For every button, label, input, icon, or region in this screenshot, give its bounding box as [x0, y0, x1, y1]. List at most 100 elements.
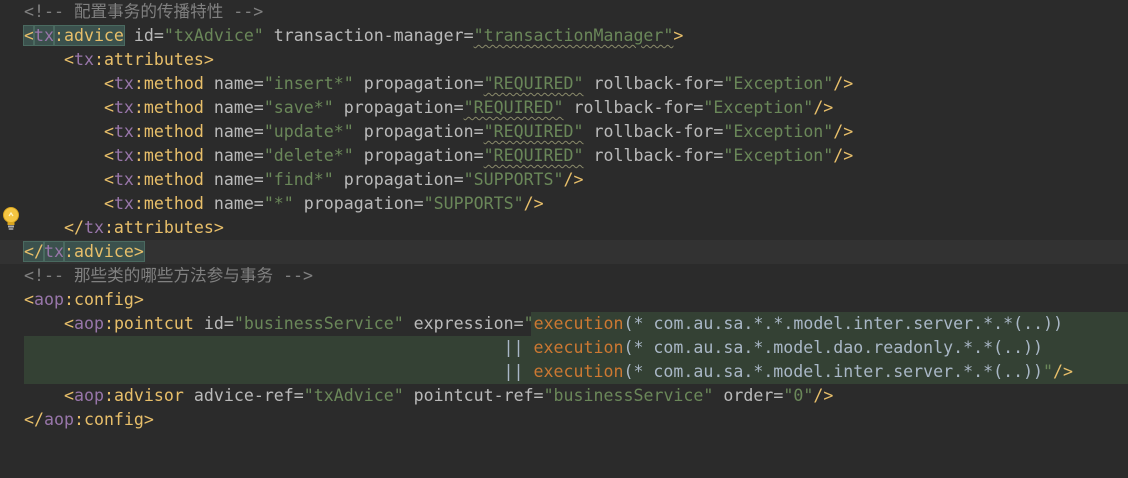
code-token: < — [103, 146, 114, 165]
code-line-content: <tx:method name="update*" propagation="R… — [24, 120, 853, 144]
code-token: propagation= — [353, 122, 484, 141]
code-token: tx — [42, 241, 65, 262]
code-token: "businessService" — [543, 386, 714, 405]
code-token: execution — [533, 362, 624, 381]
code-line-content: <aop:advisor advice-ref="txAdvice" point… — [24, 384, 833, 408]
code-line-content: <tx:method name="delete*" propagation="R… — [24, 144, 853, 168]
code-token: "Exception" — [723, 146, 834, 165]
code-token: < — [103, 74, 114, 93]
lightbulb-icon[interactable] — [1, 206, 21, 232]
code-line[interactable]: <tx:method name="delete*" propagation="R… — [0, 144, 1128, 168]
code-line[interactable]: <aop:advisor advice-ref="txAdvice" point… — [0, 384, 1128, 408]
code-token: name= — [203, 74, 264, 93]
code-token: :advisor — [103, 386, 184, 405]
code-token: <!-- 配置事务的传播特性 --> — [24, 2, 264, 21]
code-line-content: </tx:attributes> — [24, 216, 224, 240]
code-line[interactable]: <tx:method name="find*" propagation="SUP… — [0, 168, 1128, 192]
code-token: :method — [133, 194, 204, 213]
code-line[interactable]: <!-- 那些类的哪些方法参与事务 --> — [0, 264, 1128, 288]
code-line-content: <aop:pointcut id="businessService" expre… — [24, 312, 1063, 336]
code-token: :config> — [73, 410, 154, 429]
code-token: id= — [193, 314, 234, 333]
code-token: "REQUIRED" — [483, 146, 584, 165]
code-line[interactable]: <tx:advice id="txAdvice" transaction-man… — [0, 24, 1128, 48]
code-line[interactable]: <!-- 配置事务的传播特性 --> — [0, 0, 1128, 24]
code-token: < — [63, 50, 74, 69]
code-line[interactable]: || execution(* com.au.sa.*.model.inter.s… — [0, 360, 1128, 384]
code-line-content: <tx:method name="find*" propagation="SUP… — [24, 168, 584, 192]
code-token: propagation= — [353, 74, 484, 93]
code-token: tx — [113, 194, 134, 213]
code-token: rollback-for= — [583, 74, 724, 93]
code-token: "businessService" — [233, 314, 404, 333]
code-token: /> — [523, 194, 544, 213]
code-token: order= — [713, 386, 784, 405]
code-token: < — [24, 290, 34, 309]
code-token: < — [63, 386, 74, 405]
code-token: :pointcut — [103, 314, 194, 333]
code-token: execution — [533, 338, 624, 357]
code-line[interactable]: <aop:pointcut id="businessService" expre… — [0, 312, 1128, 336]
code-line[interactable]: <tx:method name="update*" propagation="R… — [0, 120, 1128, 144]
code-token: < — [103, 194, 114, 213]
code-token: propagation= — [333, 98, 464, 117]
code-line[interactable]: <tx:attributes> — [0, 48, 1128, 72]
code-line[interactable]: </aop:config> — [0, 408, 1128, 432]
code-token: <!-- 那些类的哪些方法参与事务 --> — [24, 266, 314, 285]
code-line[interactable]: </tx:attributes> — [0, 216, 1128, 240]
code-line[interactable]: || execution(* com.au.sa.*.model.dao.rea… — [0, 336, 1128, 360]
code-token: :method — [133, 170, 204, 189]
code-token: (* com.au.sa.*.model.inter.server.*.*(..… — [623, 362, 1044, 381]
code-token: "REQUIRED" — [483, 74, 584, 93]
code-token: </ — [63, 218, 84, 237]
code-token: aop — [73, 386, 104, 405]
code-line-content: <aop:config> — [24, 288, 144, 312]
code-token: advice-ref= — [183, 386, 304, 405]
code-token: propagation= — [353, 146, 484, 165]
code-token: execution — [533, 314, 624, 333]
code-token: " — [523, 314, 534, 333]
code-token: "find*" — [263, 170, 334, 189]
code-token: /> — [1053, 362, 1074, 381]
code-token: "transactionManager" — [473, 26, 674, 45]
code-token: < — [103, 122, 114, 141]
code-token: tx — [83, 218, 104, 237]
code-token: /> — [813, 386, 834, 405]
code-token: :attributes> — [93, 50, 214, 69]
code-token: rollback-for= — [563, 98, 704, 117]
code-token: "insert*" — [263, 74, 354, 93]
code-token: < — [63, 314, 74, 333]
code-token: propagation= — [333, 170, 464, 189]
code-line[interactable]: <tx:method name="save*" propagation="REQ… — [0, 96, 1128, 120]
code-line-content: <tx:method name="save*" propagation="REQ… — [24, 96, 833, 120]
code-line-content: <tx:advice id="txAdvice" transaction-man… — [23, 24, 683, 48]
code-token: /> — [833, 122, 854, 141]
code-token: tx — [113, 98, 134, 117]
code-line[interactable]: <tx:method name="insert*" propagation="R… — [0, 72, 1128, 96]
code-line[interactable]: </tx:advice> — [0, 240, 1128, 264]
code-token: tx — [113, 146, 134, 165]
code-token: "txAdvice" — [163, 26, 264, 45]
code-token: expression= — [403, 314, 524, 333]
code-token: "txAdvice" — [303, 386, 404, 405]
code-line-content: </aop:config> — [24, 408, 154, 432]
code-line[interactable]: <tx:method name="*" propagation="SUPPORT… — [0, 192, 1128, 216]
code-token: "SUPPORTS" — [463, 170, 564, 189]
code-token: "Exception" — [723, 122, 834, 141]
code-token: "save*" — [263, 98, 334, 117]
code-token: :config> — [63, 290, 144, 309]
code-line[interactable]: <aop:config> — [0, 288, 1128, 312]
code-token: < — [103, 170, 114, 189]
code-token: || — [503, 338, 524, 357]
code-token: tx — [113, 170, 134, 189]
code-editor[interactable]: <!-- 配置事务的传播特性 --> <tx:advice id="txAdvic… — [0, 0, 1128, 478]
